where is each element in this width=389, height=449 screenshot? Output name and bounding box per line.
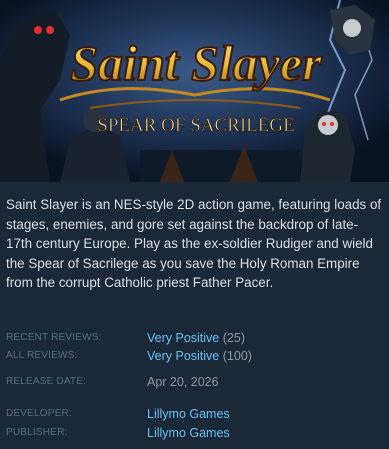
publisher-row: PUBLISHER: Lillymo Games: [6, 424, 386, 442]
capsule-art: Saint Slayer SPEAR OF SACRILEGE: [0, 0, 389, 182]
game-info-panel: Saint Slayer SPEAR OF SACRILEGE Saint Sl…: [0, 0, 389, 449]
developer-link[interactable]: Lillymo Games: [147, 405, 230, 423]
capsule-subtitle: SPEAR OF SACRILEGE: [97, 115, 294, 136]
all-reviews-summary[interactable]: Very Positive: [147, 349, 219, 363]
recent-reviews-row: RECENT REVIEWS: Very Positive (25): [6, 329, 386, 347]
recent-reviews-label: RECENT REVIEWS:: [6, 332, 102, 343]
all-reviews-row: ALL REVIEWS: Very Positive (100): [6, 347, 386, 365]
release-date-label: RELEASE DATE:: [6, 376, 87, 387]
all-reviews-label: ALL REVIEWS:: [6, 350, 78, 361]
recent-reviews-value: Very Positive (25): [147, 329, 245, 347]
release-date-row: RELEASE DATE: Apr 20, 2026: [6, 373, 386, 391]
capsule-title: Saint Slayer: [70, 35, 322, 91]
recent-reviews-summary[interactable]: Very Positive: [147, 331, 219, 345]
release-date-value: Apr 20, 2026: [147, 375, 219, 389]
publisher-label: PUBLISHER:: [6, 427, 68, 438]
all-reviews-value: Very Positive (100): [147, 347, 252, 365]
recent-reviews-count: (25): [222, 331, 245, 345]
all-reviews-count: (100): [222, 349, 252, 363]
header-capsule-image[interactable]: Saint Slayer SPEAR OF SACRILEGE: [0, 0, 389, 182]
game-description: Saint Slayer is an NES-style 2D action g…: [6, 197, 382, 290]
developer-label: DEVELOPER:: [6, 408, 72, 419]
publisher-link[interactable]: Lillymo Games: [147, 424, 230, 442]
developer-row: DEVELOPER: Lillymo Games: [6, 405, 386, 423]
